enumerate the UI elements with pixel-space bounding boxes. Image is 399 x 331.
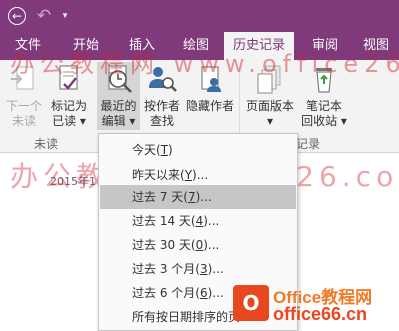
menu-item-suffix: )... bbox=[195, 190, 212, 204]
brand-url: office66.cn bbox=[273, 304, 368, 324]
menu-item-label: 过去 3 个月( bbox=[132, 262, 200, 276]
menu-item-label: 过去 7 天( bbox=[132, 190, 188, 204]
mark-read-label-2: 已读 ▾ bbox=[52, 114, 86, 128]
brand-logo: O Office教程网 office66.cn bbox=[233, 283, 399, 329]
menu-item-suffix: ) bbox=[168, 143, 173, 157]
recent-edits-label-2: 编辑 ▾ bbox=[101, 114, 136, 128]
menu-item-suffix: )... bbox=[207, 262, 224, 276]
group-label-record: 记录 bbox=[296, 137, 321, 151]
menu-item-label: 今天( bbox=[132, 143, 161, 157]
page-versions-label-2: ▾ bbox=[266, 114, 274, 128]
menu-item-suffix: )... bbox=[203, 214, 220, 228]
menu-item[interactable]: 过去 30 天(0)... bbox=[100, 233, 296, 257]
recycle-bin-label-1: 笔记本 bbox=[305, 99, 342, 113]
watermark-text: 办公教程网 www.office26.com bbox=[10, 50, 399, 78]
menu-item[interactable]: 过去 3 个月(3)... bbox=[100, 257, 296, 281]
back-button[interactable]: ← bbox=[4, 0, 30, 32]
menu-item-label: 昨天以来( bbox=[132, 168, 185, 182]
menu-item[interactable]: 今天(T) bbox=[100, 138, 296, 162]
office-logo-icon: O bbox=[233, 285, 269, 321]
recent-edits-label-1: 最近的 bbox=[100, 99, 137, 113]
recycle-bin-label-2: 回收站 ▾ bbox=[301, 114, 347, 128]
menu-item-accelerator: 7 bbox=[187, 190, 196, 204]
find-by-author-label-2: 查找 bbox=[149, 114, 174, 128]
find-by-author-label-1: 按作者 bbox=[143, 99, 180, 113]
menu-item[interactable]: 过去 14 天(4)... bbox=[100, 209, 296, 233]
menu-item-accelerator: 3 bbox=[199, 262, 208, 276]
undo-icon[interactable]: ↶ bbox=[32, 0, 56, 32]
menu-item-label: 过去 30 天( bbox=[132, 238, 196, 252]
back-circle-icon: ← bbox=[8, 7, 26, 25]
hide-authors-label-1: 隐藏作者 bbox=[185, 99, 234, 113]
menu-item-suffix: )... bbox=[203, 238, 220, 252]
menu-item-label: 过去 6 个月( bbox=[132, 286, 200, 300]
menu-item-suffix: )... bbox=[192, 168, 209, 182]
menu-item-accelerator: Y bbox=[184, 168, 193, 182]
menu-item[interactable]: 过去 7 天(7)... bbox=[100, 185, 296, 209]
page-versions-label-1: 页面版本 bbox=[245, 99, 294, 113]
menu-item-suffix: )... bbox=[207, 286, 224, 300]
menu-item-accelerator: T bbox=[160, 143, 169, 157]
mark-read-label-1: 标记为 bbox=[50, 99, 87, 113]
menu-item-label: 所有按日期排序的页 bbox=[132, 310, 241, 324]
next-unread-label-2: 未读 bbox=[11, 114, 36, 128]
customize-quick-access-icon[interactable]: ▾ bbox=[58, 0, 72, 32]
menu-item[interactable]: 昨天以来(Y)... bbox=[100, 163, 296, 187]
next-unread-label-1: 下一个 bbox=[5, 99, 42, 113]
menu-item-label: 过去 14 天( bbox=[132, 214, 196, 228]
menu-item-accelerator: 6 bbox=[199, 286, 208, 300]
group-label-unread: 未读 bbox=[34, 137, 59, 151]
